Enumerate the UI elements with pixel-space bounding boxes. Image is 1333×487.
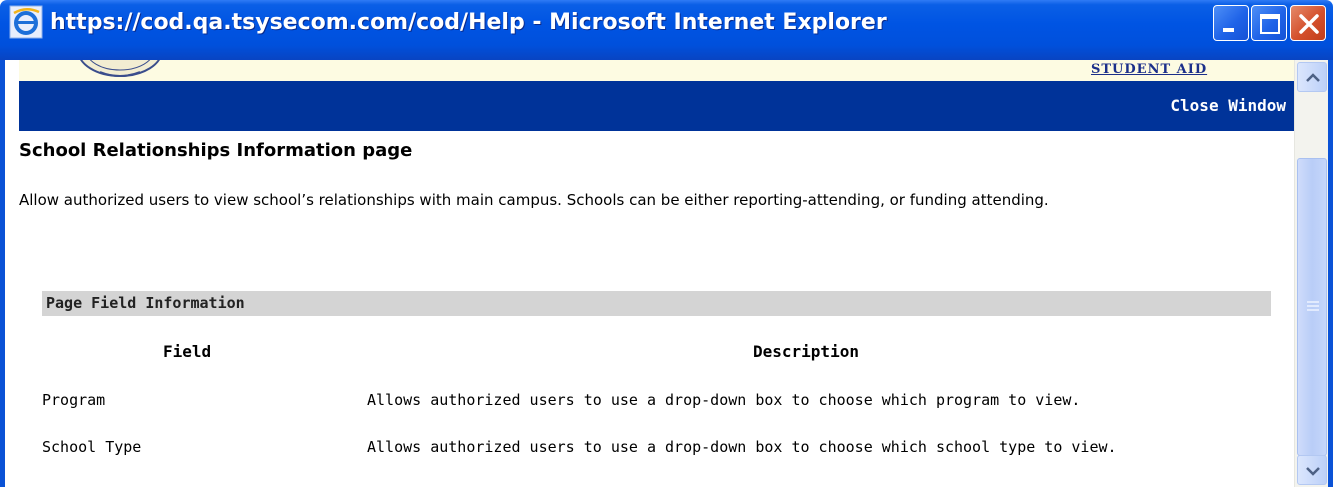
window-title: https://cod.qa.tsysecom.com/cod/Help - M…: [50, 10, 887, 35]
field-description: Allows authorized users to use a drop-do…: [367, 391, 1081, 409]
minimize-button[interactable]: [1213, 5, 1249, 41]
scroll-up-button[interactable]: [1297, 62, 1327, 92]
column-header-description: Description: [753, 342, 859, 361]
page-intro: Allow authorized users to view school’s …: [19, 191, 1049, 209]
maximize-button[interactable]: [1251, 5, 1287, 41]
page-content: STUDENT AID Close Window School Relation…: [5, 60, 1294, 487]
field-name: Program: [42, 391, 106, 409]
seal-logo: [75, 60, 165, 78]
vertical-scrollbar[interactable]: [1294, 60, 1328, 487]
banner: STUDENT AID: [19, 60, 1294, 81]
field-name: School Type: [42, 438, 142, 456]
student-aid-link[interactable]: STUDENT AID: [1091, 62, 1207, 80]
window-frame-right: [1328, 60, 1333, 487]
window-title-bar[interactable]: https://cod.qa.tsysecom.com/cod/Help - M…: [0, 0, 1333, 60]
close-window-link[interactable]: Close Window: [1170, 96, 1286, 116]
scroll-thumb[interactable]: [1297, 158, 1327, 456]
page-title: School Relationships Information page: [19, 140, 413, 161]
field-description: Allows authorized users to use a drop-do…: [367, 438, 1117, 456]
nav-bar: Close Window: [19, 81, 1294, 131]
scroll-down-button[interactable]: [1297, 455, 1327, 485]
column-header-field: Field: [163, 342, 212, 361]
section-header: Page Field Information: [42, 291, 1271, 316]
close-button[interactable]: [1290, 5, 1326, 41]
ie-icon: [8, 4, 44, 40]
